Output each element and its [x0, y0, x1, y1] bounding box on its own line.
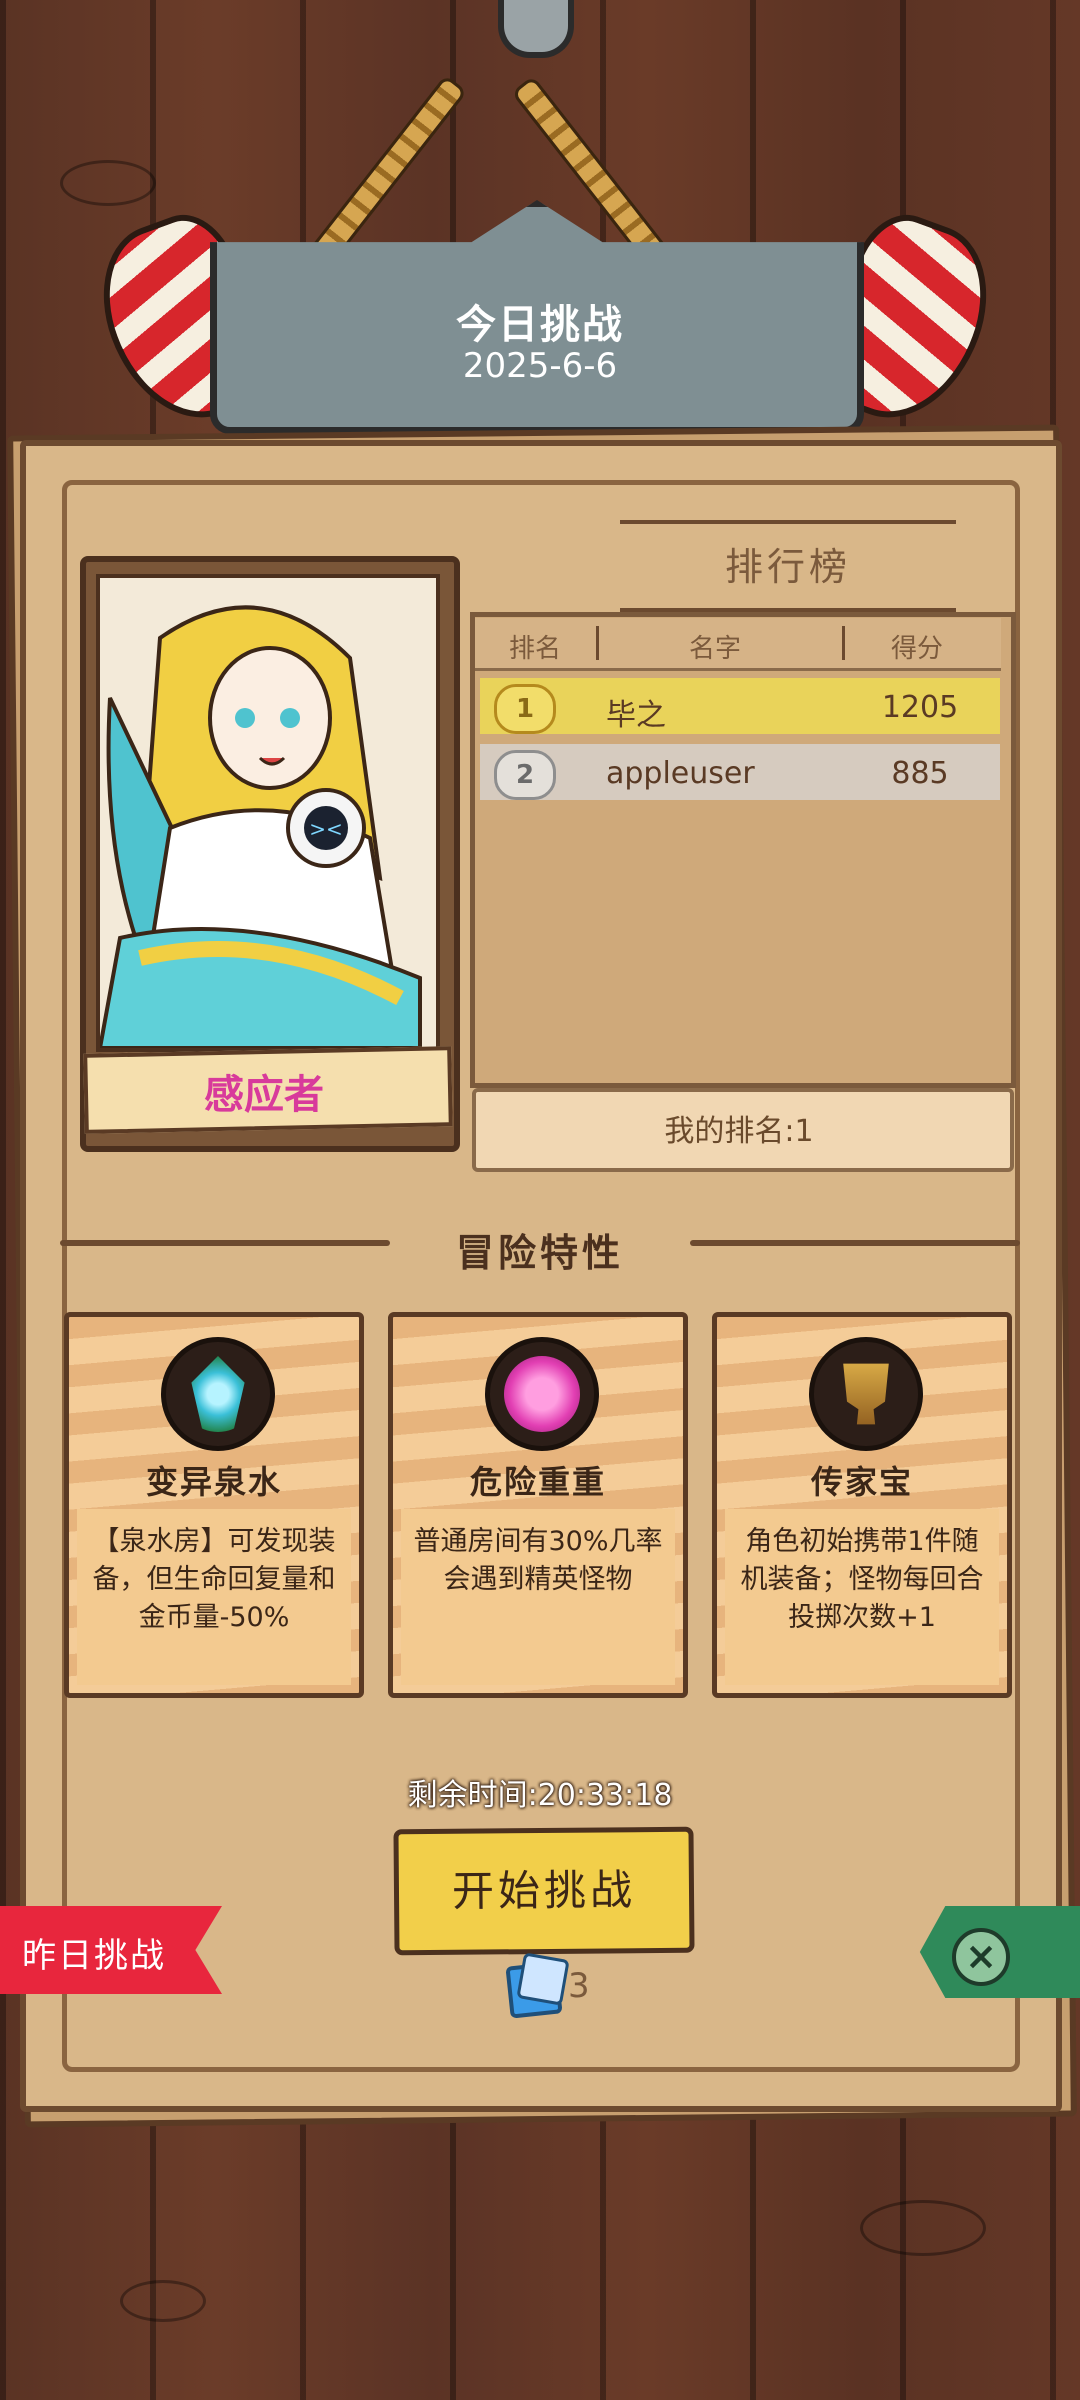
nail-icon [498, 0, 574, 58]
column-divider [842, 626, 845, 660]
trait-card-heirloom[interactable]: 传家宝 角色初始携带1件随机装备；怪物每回合投掷次数+1 [712, 1312, 1012, 1698]
ticket-count: 3 [568, 1966, 590, 2006]
column-score: 得分 [891, 634, 944, 664]
rank-medal-gold-icon: 1 [494, 684, 556, 734]
trait-card-mutated-spring[interactable]: 变异泉水 【泉水房】可发现装备，但生命回复量和金币量-50% [64, 1312, 364, 1698]
trait-description: 普通房间有30%几率会遇到精英怪物 [413, 1526, 663, 1595]
trait-description: 角色初始携带1件随机装备；怪物每回合投掷次数+1 [740, 1526, 984, 1633]
player-score: 1205 [881, 690, 959, 725]
yesterday-challenge-tab[interactable]: 昨日挑战 [0, 1906, 222, 1994]
wood-knot [860, 2200, 986, 2256]
my-rank-text: 我的排名:1 [664, 1114, 814, 1149]
yesterday-challenge-label: 昨日挑战 [22, 1936, 166, 1976]
leaderboard-row[interactable]: 1 毕之 1205 [480, 678, 1000, 734]
svg-text:><: >< [309, 817, 343, 841]
traits-title: 冒险特性 [455, 1231, 624, 1275]
trophy-barrel-icon [809, 1337, 923, 1451]
close-icon[interactable]: × [952, 1928, 1010, 1986]
column-name: 名字 [689, 634, 742, 664]
column-rank: 排名 [509, 634, 562, 664]
crystal-icon [161, 1337, 275, 1451]
rank-medal-silver-icon: 2 [494, 750, 556, 800]
demon-face-icon [485, 1337, 599, 1451]
column-divider [596, 626, 599, 660]
remaining-time: 剩余时间:20:33:18 [407, 1778, 673, 1813]
trait-description: 【泉水房】可发现装备，但生命回复量和金币量-50% [92, 1526, 336, 1633]
leaderboard-row[interactable]: 2 appleuser 885 [480, 744, 1000, 800]
leaderboard-header: 排名 名字 得分 [475, 618, 1001, 671]
ticket-icon [516, 1952, 570, 2006]
player-score: 885 [891, 756, 949, 791]
character-name: 感应者 [204, 1072, 324, 1118]
trait-name: 危险重重 [469, 1463, 606, 1501]
start-challenge-button[interactable]: 开始挑战 [393, 1826, 695, 1956]
trait-name: 变异泉水 [145, 1463, 282, 1501]
player-name: appleuser [606, 756, 755, 791]
character-portrait: >< [96, 574, 440, 1052]
wood-knot [60, 160, 156, 206]
player-name: 毕之 [606, 698, 666, 733]
challenge-date: 2025-6-6 [462, 346, 618, 386]
wood-knot [120, 2280, 206, 2322]
trait-card-danger[interactable]: 危险重重 普通房间有30%几率会遇到精英怪物 [388, 1312, 688, 1698]
trait-name: 传家宝 [810, 1463, 913, 1501]
leaderboard-title: 排行榜 [724, 545, 851, 589]
page-title: 今日挑战 [456, 302, 624, 348]
